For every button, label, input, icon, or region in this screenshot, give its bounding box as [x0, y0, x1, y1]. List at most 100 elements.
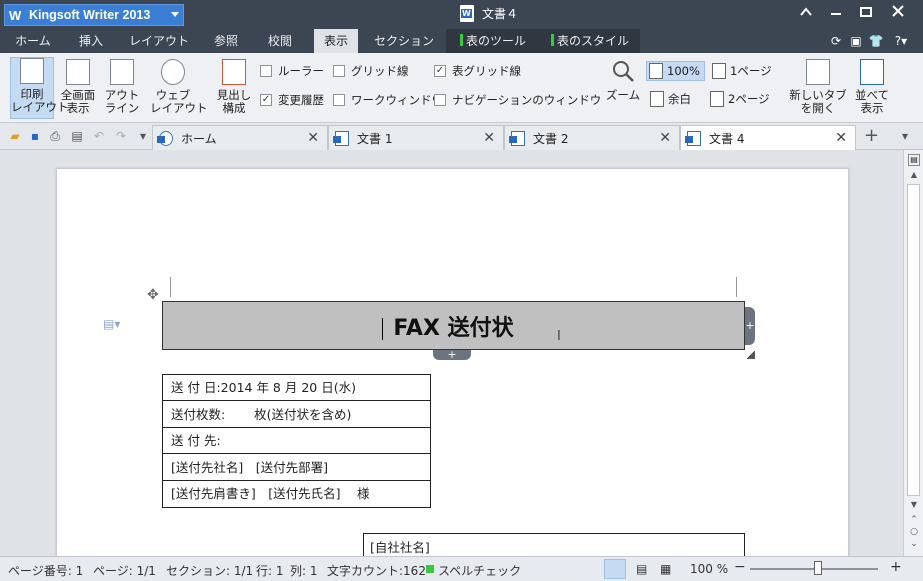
view-page-icon[interactable]: [604, 559, 626, 579]
gridlines-label: グリッド線: [351, 64, 409, 78]
tab-home[interactable]: ホーム: [8, 29, 58, 53]
doc-tab-doc2[interactable]: 文書 2 ✕: [504, 125, 680, 150]
scroll-down-icon[interactable]: ▼: [908, 500, 920, 512]
scroll-thumb[interactable]: [907, 184, 920, 496]
new-tab-plus-icon[interactable]: +: [864, 127, 879, 145]
table-row[interactable]: [送付先肩書き] [送付先氏名] 様: [163, 481, 430, 507]
tab-table-tools[interactable]: 表のツール: [446, 29, 540, 53]
customize-icon[interactable]: ▾: [136, 129, 150, 143]
tab-table-tools-label: 表のツール: [465, 34, 526, 48]
print-preview-icon[interactable]: ▤: [70, 129, 84, 143]
tab-insert[interactable]: 挿入: [68, 29, 114, 53]
resize-table-icon[interactable]: [747, 351, 755, 359]
arrange-button[interactable]: 並べて 表示: [852, 59, 892, 115]
tab-table-style[interactable]: 表のスタイル: [540, 29, 640, 53]
tab-list-icon[interactable]: ▾: [898, 129, 912, 143]
close-icon[interactable]: ✕: [659, 130, 671, 146]
web-layout-button[interactable]: ウェブ レイアウト: [150, 59, 208, 115]
window-title: 文書４: [460, 5, 518, 22]
menu-bar: ホーム 挿入 レイアウト 参照 校閲 表示 セクション 表のツール 表のスタイル…: [0, 29, 923, 53]
ruler-checkbox[interactable]: ルーラー: [260, 63, 324, 79]
tab-view[interactable]: 表示: [314, 29, 358, 53]
new-tab-button[interactable]: 新しいタブ を開く: [788, 59, 848, 115]
gridlines-checkbox[interactable]: グリッド線: [333, 63, 409, 79]
browse-nav-icons[interactable]: ⌃ ○ ⌄: [908, 514, 920, 550]
zoom-slider-thumb[interactable]: [814, 561, 822, 575]
app-menu-button[interactable]: W Kingsoft Writer 2013: [4, 4, 184, 26]
one-page-icon: [712, 63, 726, 79]
ribbon: 印刷 レイアウト 全画面 表示 アウト ライン ウェブ レイアウト 見出し 構成…: [0, 53, 923, 123]
status-page: ページ: 1/1: [93, 564, 156, 578]
track-changes-checkbox[interactable]: ✓ 変更履歴: [260, 92, 324, 108]
two-pages-icon: [710, 91, 724, 107]
minimize-button[interactable]: [825, 4, 847, 22]
checkbox-icon: [260, 65, 272, 77]
new-tab-icon: [806, 59, 830, 85]
one-page-label: 1ページ: [730, 64, 772, 78]
redo-icon[interactable]: ↷: [114, 129, 128, 143]
doc-tab-doc1[interactable]: 文書 1 ✕: [328, 125, 504, 150]
tab-section[interactable]: セクション: [368, 29, 440, 53]
add-column-handle-icon[interactable]: +: [745, 307, 755, 345]
status-char-count[interactable]: 文字カウント:162: [327, 562, 426, 579]
fullscreen-button[interactable]: 全画面 表示: [58, 59, 98, 115]
scroll-up-icon[interactable]: ▲: [908, 170, 920, 182]
close-icon[interactable]: ✕: [835, 130, 847, 146]
close-icon[interactable]: ✕: [483, 130, 495, 146]
view-outline-icon[interactable]: ▤: [636, 562, 647, 576]
zoom-100-button[interactable]: 100%: [646, 61, 705, 81]
tab-review[interactable]: 校閲: [258, 29, 302, 53]
vertical-scrollbar[interactable]: ▤ ▲ ▼ ⌃ ○ ⌄: [903, 150, 923, 556]
save-icon[interactable]: ▪: [28, 129, 42, 143]
table-row[interactable]: 送 付 日:2014 年 8 月 20 日(水): [163, 375, 430, 401]
table-row[interactable]: [送付先社名] [送付先部署]: [163, 454, 430, 481]
open-folder-icon[interactable]: ▰: [8, 129, 22, 143]
table-row[interactable]: 送 付 先:: [163, 428, 430, 454]
table-gridlines-checkbox[interactable]: ✓ 表グリッド線: [434, 63, 521, 79]
close-icon: [892, 5, 904, 17]
pdf-icon[interactable]: ▣: [848, 33, 864, 49]
close-icon[interactable]: ✕: [307, 130, 319, 146]
skin-icon[interactable]: 👕: [868, 33, 884, 49]
navigation-window-label: ナビゲーションのウィンドウ: [452, 93, 602, 107]
zoom-in-icon[interactable]: +: [890, 559, 902, 575]
view-web-icon[interactable]: ▦: [660, 562, 671, 576]
document-page[interactable]: ✥ ▤▾ FAX 送付状 I + + 送 付 日:2014 年 8 月 20 日…: [56, 168, 849, 556]
ruler-toggle-icon[interactable]: ▤: [908, 154, 920, 166]
zoom-level[interactable]: 100 %: [690, 562, 728, 576]
zoom-out-icon[interactable]: −: [734, 559, 746, 575]
maximize-button[interactable]: [855, 4, 877, 22]
heading-structure-button[interactable]: 見出し 構成: [214, 59, 254, 115]
checkbox-icon: [333, 65, 345, 77]
spellcheck-status-icon: [426, 565, 434, 573]
work-window-checkbox[interactable]: ワークウィンドウ: [333, 92, 443, 108]
two-pages-button[interactable]: 2ページ: [710, 91, 770, 107]
zoom-label: ズーム: [605, 88, 641, 102]
zoom-button[interactable]: ズーム: [604, 59, 642, 102]
zoom-100-icon: [649, 63, 663, 79]
spellcheck-button[interactable]: スペルチェック: [438, 562, 521, 579]
add-row-handle-icon[interactable]: +: [433, 349, 471, 360]
tab-references[interactable]: 参照: [204, 29, 248, 53]
doc-tab-home[interactable]: ホーム ✕: [152, 125, 328, 150]
heading-cell[interactable]: FAX 送付状: [162, 301, 745, 350]
help-icon[interactable]: ?▾: [890, 33, 912, 49]
status-row: 行: 1: [256, 564, 284, 578]
print-icon[interactable]: ⎙: [48, 129, 62, 143]
margin-button[interactable]: 余白: [650, 91, 691, 107]
navigation-window-checkbox[interactable]: ナビゲーションのウィンドウ: [434, 92, 601, 108]
close-button[interactable]: [887, 4, 909, 22]
tab-layout[interactable]: レイアウト: [124, 29, 194, 53]
table-move-handle-icon[interactable]: ✥: [147, 287, 159, 303]
doc-tab-doc4[interactable]: 文書 4 ✕: [680, 125, 856, 150]
collapse-ribbon-button[interactable]: [795, 4, 817, 22]
paragraph-menu-icon[interactable]: ▤▾: [103, 317, 120, 331]
table-row[interactable]: 送付枚数: 枚(送付状を含め): [163, 401, 430, 428]
sync-icon[interactable]: ⟳: [828, 33, 844, 49]
zoom-100-label: 100%: [667, 64, 700, 78]
print-layout-button[interactable]: 印刷 レイアウト: [10, 57, 69, 119]
outline-button[interactable]: アウト ライン: [102, 59, 142, 115]
one-page-button[interactable]: 1ページ: [712, 63, 772, 79]
table-row[interactable]: [自社社名]: [364, 534, 744, 556]
undo-icon[interactable]: ↶: [92, 129, 106, 143]
